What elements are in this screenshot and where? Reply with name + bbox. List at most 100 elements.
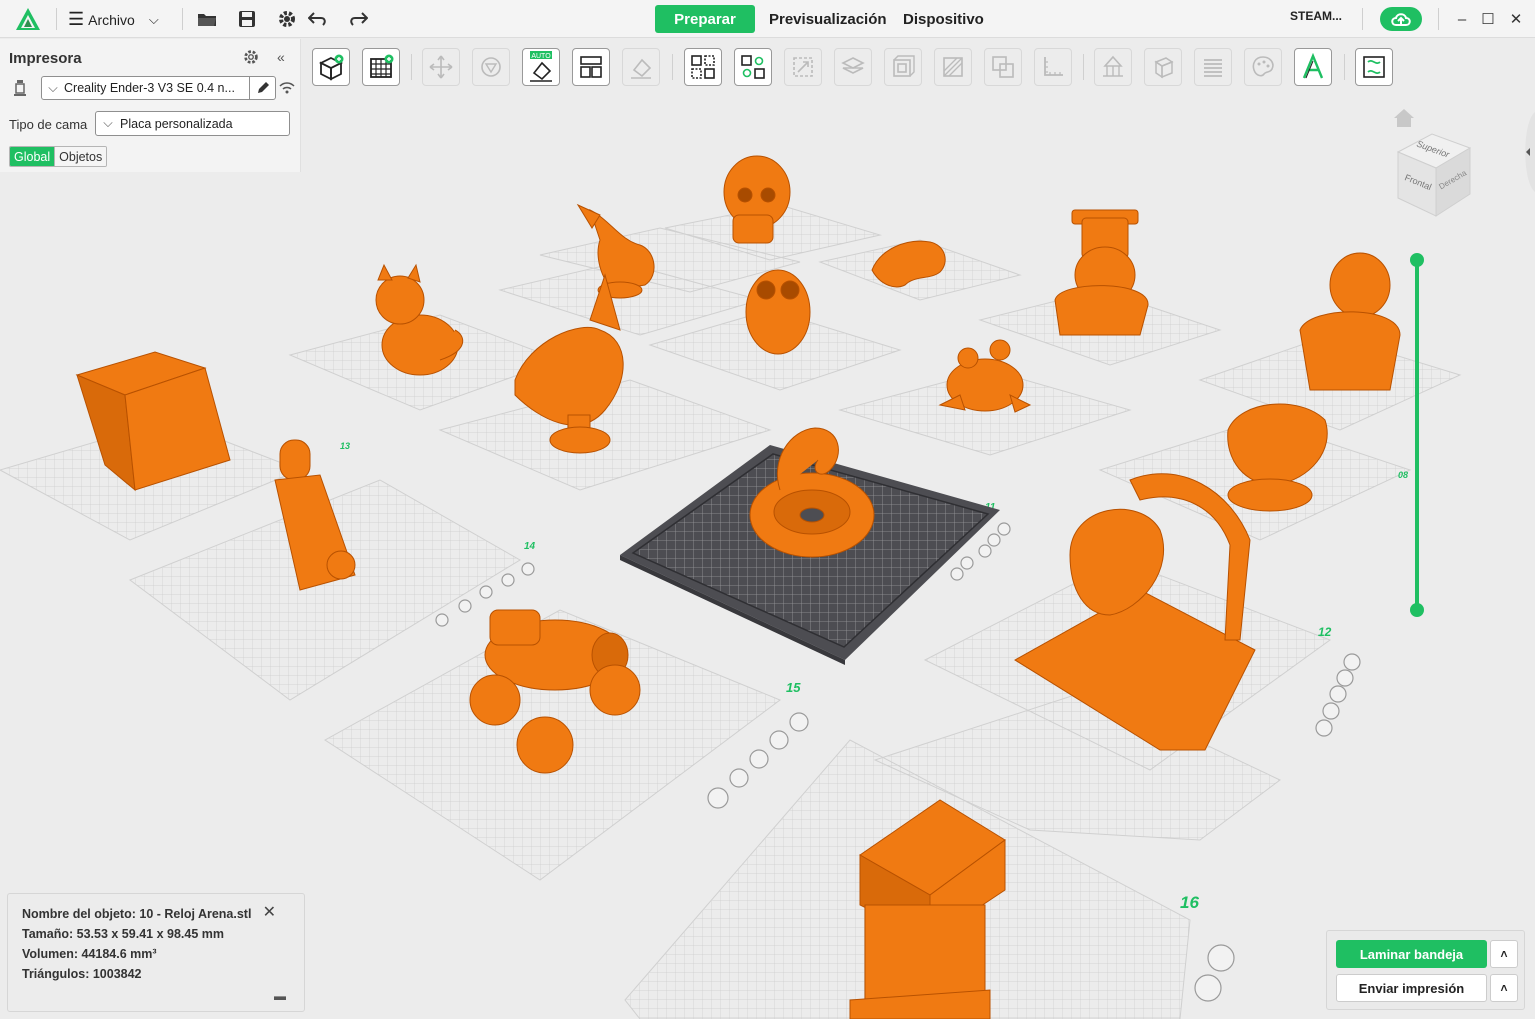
bed-type-label: Tipo de cama: [9, 117, 88, 132]
plate-number: 15: [786, 680, 801, 695]
lay-on-face-tool[interactable]: [622, 48, 660, 86]
account-name[interactable]: STEAM...: [1290, 9, 1342, 23]
plate-control-icon: [960, 556, 974, 570]
bed-type-select[interactable]: ⌵ Placa personalizada: [95, 111, 290, 136]
app-logo-icon: [14, 6, 42, 32]
owl-model: [745, 269, 811, 355]
support-tool[interactable]: [1094, 48, 1132, 86]
svg-text:AUTO: AUTO: [531, 53, 551, 60]
bed-type-value: Placa personalizada: [120, 116, 233, 131]
home-view-icon[interactable]: [1393, 108, 1415, 128]
chevron-down-icon: ⌵: [148, 11, 159, 27]
support-icon: [1103, 55, 1123, 77]
open-folder-icon[interactable]: [194, 6, 220, 32]
settings-gear-icon[interactable]: [274, 6, 300, 32]
add-plate-tool[interactable]: [362, 48, 400, 86]
layer-range-slider[interactable]: [1404, 250, 1430, 620]
scale-tool[interactable]: [784, 48, 822, 86]
scope-toggle: Global Objetos: [9, 146, 108, 167]
printer-settings-gear-icon[interactable]: [242, 48, 262, 68]
edit-printer-icon[interactable]: [249, 77, 275, 99]
arrange-all-icon: [741, 55, 765, 79]
archivo-menu[interactable]: ☰ Archivo ⌵: [64, 7, 163, 32]
hamburger-icon: ☰: [68, 9, 85, 29]
3d-viewport[interactable]: 08 11 12 13 14 15 16: [0, 39, 1535, 1019]
cut-tool[interactable]: [934, 48, 972, 86]
cloud-upload-button[interactable]: [1380, 7, 1422, 31]
plate-control-icon: [435, 613, 449, 627]
split-tool[interactable]: [834, 48, 872, 86]
minimize-panel-icon[interactable]: ▬: [274, 989, 286, 1003]
plate-control-icon: [997, 522, 1011, 536]
send-print-button[interactable]: Enviar impresión: [1336, 974, 1487, 1002]
redo-icon[interactable]: [345, 6, 371, 32]
printer-select[interactable]: ⌵ Creality Ender-3 V3 SE 0.4 n...: [41, 76, 276, 100]
ruler-icon: [1044, 57, 1063, 76]
plate-control-icon: [950, 567, 964, 581]
printer-icon: [13, 79, 29, 99]
hollow-tool[interactable]: [884, 48, 922, 86]
paint-tool[interactable]: [1244, 48, 1282, 86]
slice-plate-button[interactable]: Laminar bandeja: [1336, 940, 1487, 968]
view-cube[interactable]: Superior Frontal Derecha: [1396, 130, 1476, 220]
palette-icon: [1252, 56, 1274, 77]
grid-arrange-icon: [691, 55, 715, 79]
plate-control-icon: [978, 544, 992, 558]
arrange-all-tool[interactable]: [734, 48, 772, 86]
maximize-icon[interactable]: ☐: [1478, 8, 1498, 30]
add-cube-icon: [318, 54, 344, 81]
plate-control-icon: [769, 730, 789, 750]
plate-control-icon: [749, 749, 769, 769]
right-panel-handle[interactable]: [1520, 112, 1535, 192]
cloud-upload-icon: [1391, 13, 1411, 26]
cut-icon: [943, 57, 963, 77]
minimize-icon[interactable]: –: [1452, 8, 1472, 30]
tab-dispositivo[interactable]: Dispositivo: [903, 5, 984, 33]
auto-orient-icon: AUTO: [530, 51, 552, 82]
svg-tool[interactable]: [1355, 48, 1393, 86]
measure-tool[interactable]: [1034, 48, 1072, 86]
collapse-panel-icon[interactable]: «: [277, 49, 285, 65]
chevron-down-icon: ⌵: [48, 80, 58, 95]
orient-all-tool[interactable]: [684, 48, 722, 86]
move-tool[interactable]: [422, 48, 460, 86]
seam-tool[interactable]: [1144, 48, 1182, 86]
hollow-icon: [893, 55, 915, 77]
rotate-tool[interactable]: [472, 48, 510, 86]
arrange-icon: [580, 56, 602, 78]
move-arrows-icon: [429, 55, 453, 79]
undo-icon[interactable]: [305, 6, 331, 32]
close-icon[interactable]: ✕: [263, 902, 276, 922]
crocodile-bust-model: [1227, 403, 1328, 512]
arrange-tool[interactable]: [572, 48, 610, 86]
plate-number: 14: [524, 541, 536, 552]
plate-control-icon: [1336, 669, 1354, 687]
tab-preparar[interactable]: Preparar: [655, 5, 755, 33]
slice-options-chevron-up-icon[interactable]: ˄: [1490, 940, 1518, 968]
toggle-global[interactable]: Global: [10, 147, 55, 166]
tab-previsualizacion[interactable]: Previsualización: [769, 5, 887, 33]
plate-number: 16: [1180, 893, 1199, 912]
plate-control-icon: [1315, 719, 1333, 737]
plate-control-icon: [987, 533, 1001, 547]
seam-icon: [1154, 57, 1174, 79]
text-tool[interactable]: [1294, 48, 1332, 86]
variable-layer-tool[interactable]: [1194, 48, 1232, 86]
panel-title: Impresora: [9, 50, 82, 67]
auto-orient-tool[interactable]: AUTO: [522, 48, 560, 86]
send-options-chevron-up-icon[interactable]: ˄: [1490, 974, 1518, 1002]
add-plate-icon: [370, 54, 394, 78]
plate-control-icon: [707, 787, 729, 809]
add-object-tool[interactable]: [312, 48, 350, 86]
wifi-icon[interactable]: [279, 81, 297, 97]
object-volume: Volumen: 44184.6 mm³: [22, 947, 157, 961]
toggle-objetos[interactable]: Objetos: [54, 147, 107, 166]
rotate-icon: [481, 57, 501, 77]
archivo-menu-label: Archivo: [88, 11, 135, 28]
boolean-tool[interactable]: [984, 48, 1022, 86]
close-window-icon[interactable]: ✕: [1506, 8, 1526, 30]
chevron-down-icon: ⌵: [103, 116, 113, 130]
slice-actions: Laminar bandeja ˄ Enviar impresión ˄: [1326, 930, 1525, 1010]
scale-icon: [793, 57, 813, 77]
save-icon[interactable]: [234, 6, 260, 32]
